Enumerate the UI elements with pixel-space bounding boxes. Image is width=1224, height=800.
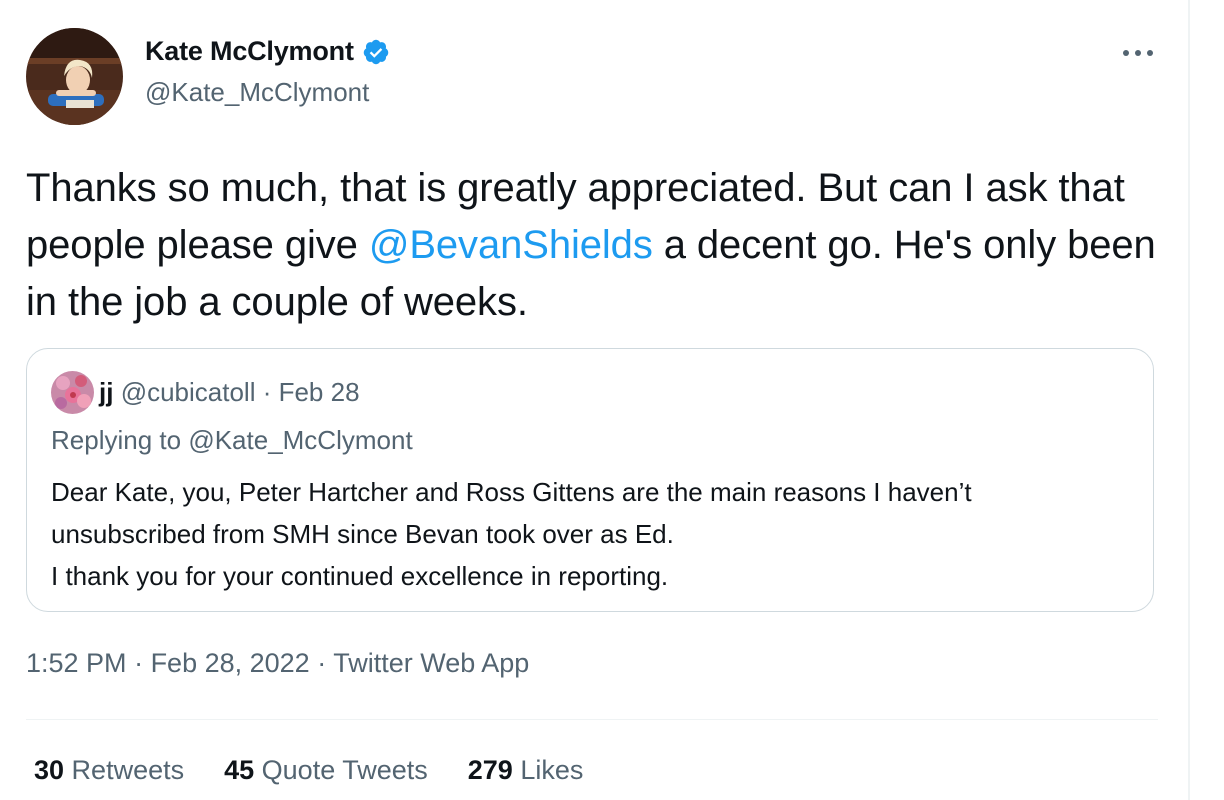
author-handle[interactable]: @Kate_McClymont bbox=[145, 77, 369, 108]
replying-to: Replying to @Kate_McClymont bbox=[51, 425, 413, 456]
replying-prefix: Replying to bbox=[51, 425, 189, 455]
meta-separator: · bbox=[309, 648, 334, 678]
quoted-text-line: Dear Kate, you, Peter Hartcher and Ross … bbox=[51, 477, 972, 507]
meta-separator: · bbox=[126, 648, 151, 678]
likes-label: Likes bbox=[512, 755, 584, 785]
mention-link[interactable]: @BevanShields bbox=[369, 223, 653, 267]
more-options-icon[interactable] bbox=[1116, 38, 1160, 68]
quoted-author-handle: @cubicatoll bbox=[120, 377, 256, 407]
tweet-text: Thanks so much, that is greatly apprecia… bbox=[26, 160, 1166, 331]
quote-tweets-count: 45 bbox=[224, 755, 255, 785]
quote-tweets-stat[interactable]: 45 Quote Tweets bbox=[224, 755, 428, 786]
quoted-date: Feb 28 bbox=[278, 377, 360, 407]
quoted-text: Dear Kate, you, Peter Hartcher and Ross … bbox=[51, 471, 1141, 597]
divider bbox=[26, 719, 1158, 720]
quoted-author-avatar bbox=[51, 371, 94, 414]
retweets-count: 30 bbox=[34, 755, 65, 785]
replying-to-handle: @Kate_McClymont bbox=[188, 425, 413, 455]
timeline-border bbox=[1188, 0, 1190, 800]
quoted-header: jj @cubicatoll · Feb 28 bbox=[99, 377, 360, 408]
quoted-separator: · bbox=[255, 377, 279, 407]
quoted-author-name: jj bbox=[99, 377, 114, 407]
author-display-name[interactable]: Kate McClymont bbox=[145, 36, 390, 67]
quoted-tweet-card[interactable]: jj @cubicatoll · Feb 28 Replying to @Kat… bbox=[26, 348, 1154, 612]
tweet-client[interactable]: Twitter Web App bbox=[333, 648, 529, 678]
tweet-time[interactable]: 1:52 PM bbox=[26, 648, 127, 678]
retweets-label: Retweets bbox=[64, 755, 185, 785]
verified-badge-icon bbox=[362, 38, 390, 66]
retweets-stat[interactable]: 30 Retweets bbox=[34, 755, 184, 786]
author-name-text: Kate McClymont bbox=[145, 36, 354, 66]
likes-count: 279 bbox=[467, 755, 513, 785]
quoted-text-line: unsubscribed from SMH since Bevan took o… bbox=[51, 519, 674, 549]
quote-tweets-label: Quote Tweets bbox=[254, 755, 428, 785]
engagement-stats: 30 Retweets 45 Quote Tweets 279 Likes bbox=[34, 755, 583, 786]
quoted-text-line: I thank you for your continued excellenc… bbox=[51, 561, 669, 591]
tweet-meta: 1:52 PM · Feb 28, 2022 · Twitter Web App bbox=[26, 648, 529, 679]
tweet-date[interactable]: Feb 28, 2022 bbox=[151, 648, 310, 678]
likes-stat[interactable]: 279 Likes bbox=[468, 755, 584, 786]
author-avatar[interactable] bbox=[26, 28, 123, 125]
